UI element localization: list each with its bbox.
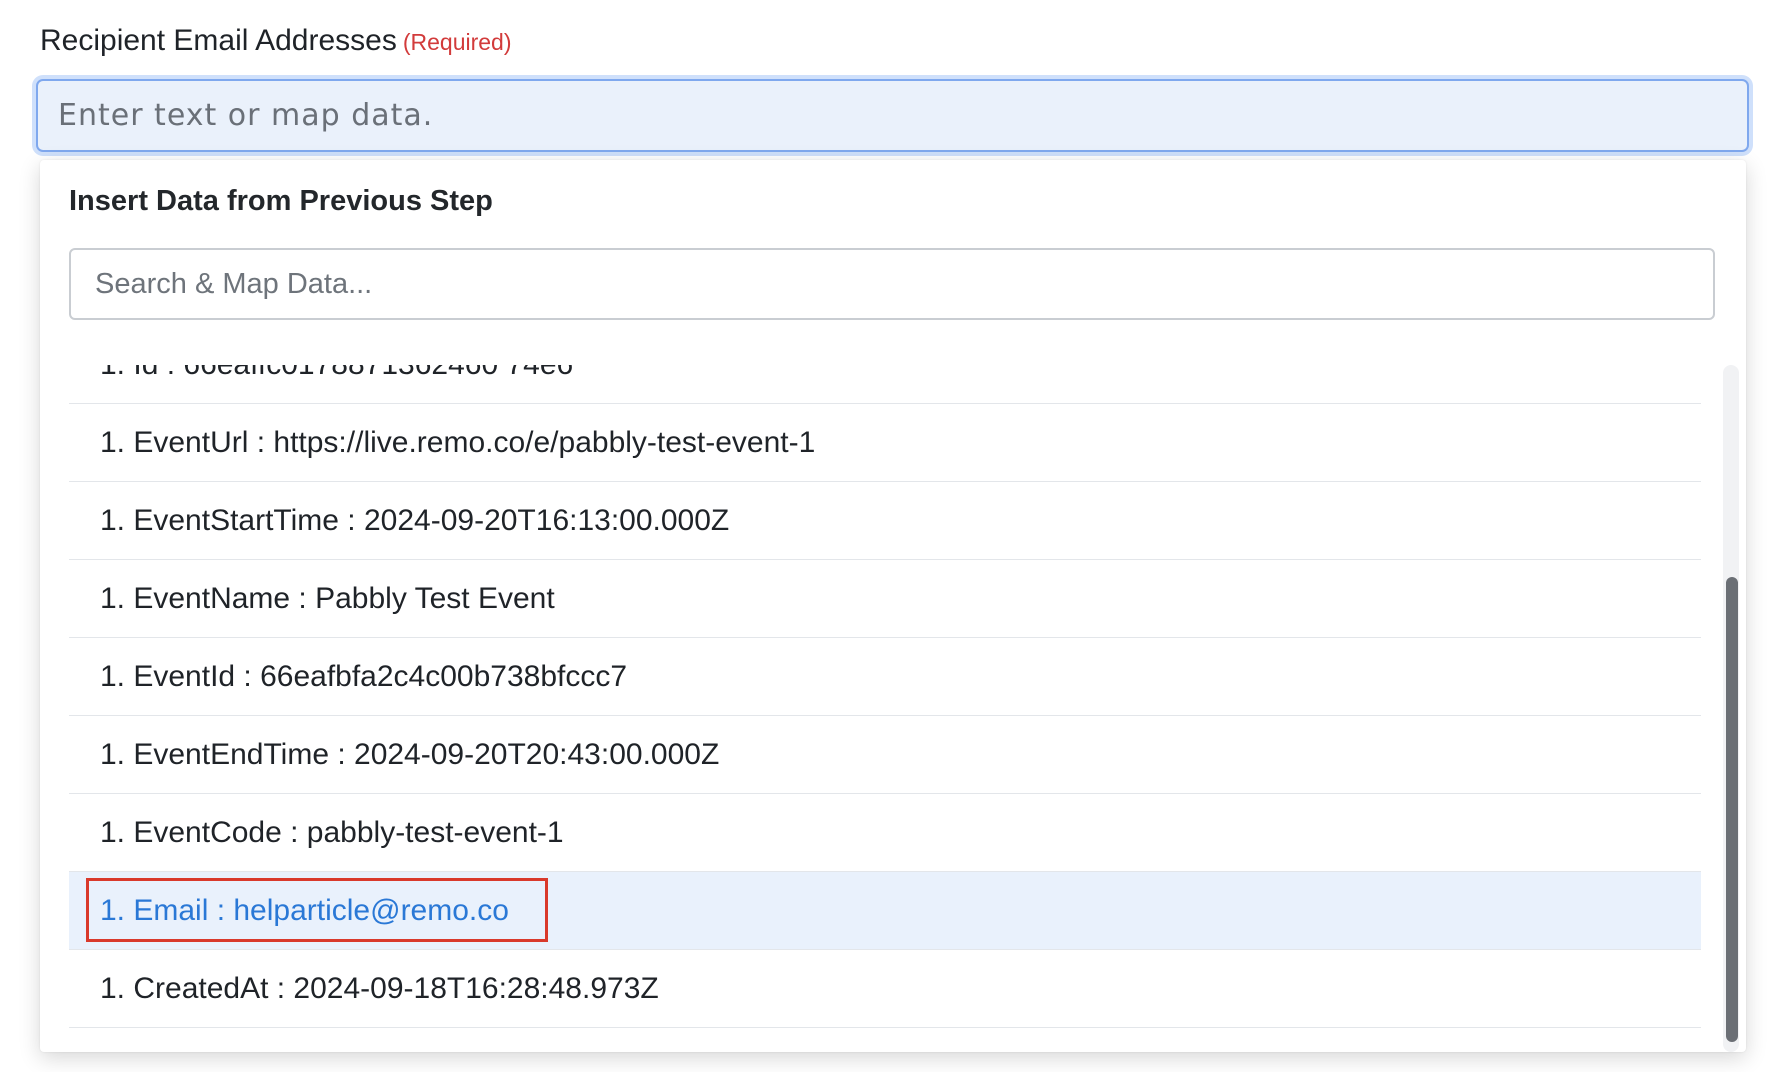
list-item-label: 1. CreatedAt : 2024-09-18T16:28:48.973Z [100,972,659,1005]
field-label-text: Recipient Email Addresses [40,24,397,57]
list-item-event-id[interactable]: 1. EventId : 66eafbfa2c4c00b738bfccc7 [69,638,1701,716]
list-item-email[interactable]: 1. Email : helparticle@remo.co [69,872,1701,950]
list-item-label: 1. EventStartTime : 2024-09-20T16:13:00.… [100,504,730,537]
list-item-event-start-time[interactable]: 1. EventStartTime : 2024-09-20T16:13:00.… [69,482,1701,560]
list-item-label: 1. EventEndTime : 2024-09-20T20:43:00.00… [100,738,720,771]
list-item-label: 1. EventUrl : https://live.remo.co/e/pab… [100,426,816,459]
search-map-data-input[interactable] [69,248,1715,320]
list-item-created-at[interactable]: 1. CreatedAt : 2024-09-18T16:28:48.973Z [69,950,1701,1028]
map-data-dropdown: Insert Data from Previous Step 1. Id : 6… [40,160,1746,1052]
required-indicator: (Required) [402,29,512,55]
list-item-id[interactable]: 1. Id : 66eaffc0178871362460 74e6 [69,365,1701,404]
list-item-event-code[interactable]: 1. EventCode : pabbly-test-event-1 [69,794,1701,872]
list-item-label: 1. Id : 66eaffc0178871362460 74e6 [100,365,573,381]
dropdown-title: Insert Data from Previous Step [69,185,493,217]
list-item-event-name[interactable]: 1. EventName : Pabbly Test Event [69,560,1701,638]
list-item-label: 1. EventName : Pabbly Test Event [100,582,555,615]
recipient-email-input[interactable] [36,79,1749,152]
list-item-label: 1. Email : helparticle@remo.co [100,894,509,927]
data-list-viewport: 1. Id : 66eaffc0178871362460 74e6 1. Eve… [69,365,1701,1052]
list-item-event-url[interactable]: 1. EventUrl : https://live.remo.co/e/pab… [69,404,1701,482]
data-list: 1. Id : 66eaffc0178871362460 74e6 1. Eve… [69,365,1701,1028]
list-item-label: 1. EventCode : pabbly-test-event-1 [100,816,564,849]
list-item-label: 1. EventId : 66eafbfa2c4c00b738bfccc7 [100,660,628,693]
scrollbar-thumb[interactable] [1726,577,1738,1042]
list-item-event-end-time[interactable]: 1. EventEndTime : 2024-09-20T20:43:00.00… [69,716,1701,794]
field-label: Recipient Email Addresses (Required) [40,24,512,58]
